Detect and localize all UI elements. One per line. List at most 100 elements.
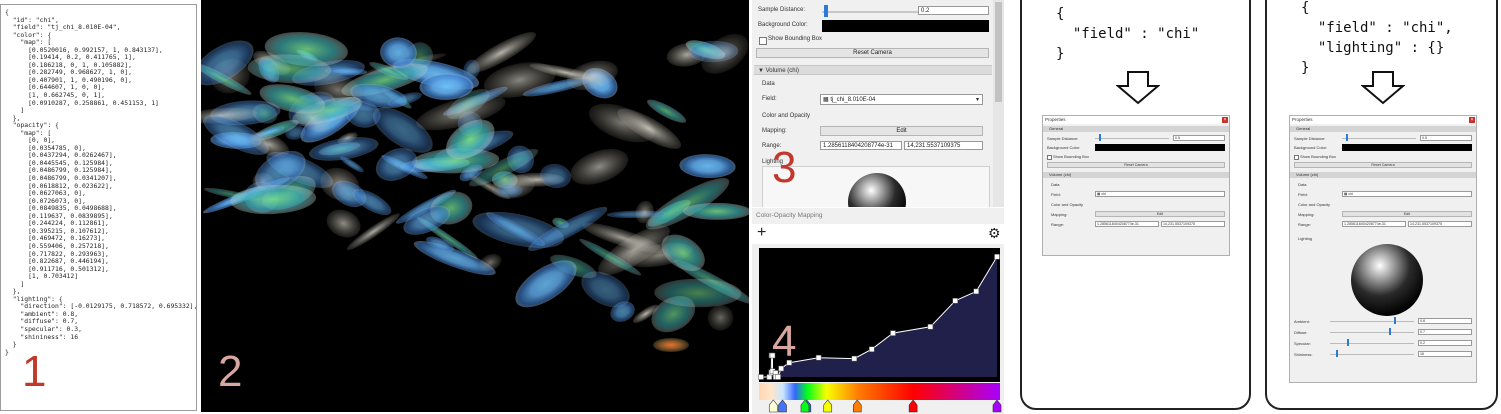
reset-camera-button[interactable]: Reset Camera xyxy=(1294,162,1472,168)
mini-properties-title: Properties xyxy=(1043,116,1229,124)
color-opacity-label: Color and Opacity xyxy=(1298,202,1331,207)
reset-camera-button[interactable]: Reset Camera xyxy=(1047,162,1225,168)
render-blob xyxy=(683,202,749,220)
background-color-swatch[interactable] xyxy=(1095,144,1225,151)
range-min-field[interactable]: 1.2856118404208774e-31 xyxy=(1095,221,1159,227)
show-bounding-box-label: Show Bounding Box xyxy=(768,36,823,42)
sample-distance-handle[interactable] xyxy=(1099,134,1101,141)
opacity-control-point[interactable] xyxy=(815,354,822,361)
lighting-label: Lighting xyxy=(1298,236,1313,241)
color-control-marker[interactable] xyxy=(768,399,778,413)
specular-handle[interactable] xyxy=(1347,339,1349,346)
colorbar xyxy=(759,383,1000,400)
lighting-sphere-preview[interactable] xyxy=(844,166,910,207)
lighting-sphere-preview[interactable] xyxy=(1350,240,1430,320)
opacity-control-point[interactable] xyxy=(927,324,934,330)
range-max-field[interactable]: 14,231.5537109375 xyxy=(904,141,983,150)
ambient-handle[interactable] xyxy=(1394,317,1396,324)
range-max-field[interactable]: 14,231.5537109375 xyxy=(1408,221,1472,227)
range-min-field[interactable]: 1.2856118404208774e-31 xyxy=(1342,221,1406,227)
field-select-value: tj_chi_8.010E-04 xyxy=(830,97,876,103)
background-color-swatch[interactable] xyxy=(1342,144,1472,151)
range-max-field[interactable]: 14,231.5537109375 xyxy=(1161,221,1225,227)
opacity-control-point[interactable] xyxy=(758,374,764,380)
background-color-label: Background Color: xyxy=(1294,145,1328,150)
show-bounding-box-checkbox[interactable] xyxy=(759,37,767,45)
opacity-control-point[interactable] xyxy=(994,254,1000,260)
opacity-control-point[interactable] xyxy=(778,365,784,372)
ambient-label: Ambient: xyxy=(1294,319,1310,324)
opacity-control-point[interactable] xyxy=(973,288,979,295)
data-group-label: Data xyxy=(762,81,775,87)
field-label: Field: xyxy=(1051,192,1061,197)
close-icon[interactable]: × xyxy=(1469,117,1475,123)
sample-distance-field[interactable]: 0.5 xyxy=(1420,135,1472,141)
render-blob xyxy=(570,149,629,185)
volume-section-header[interactable]: ▼ Volume (chi) xyxy=(754,65,992,75)
edit-button[interactable]: Edit xyxy=(1342,211,1472,217)
sample-distance-field[interactable]: 0.2 xyxy=(918,6,989,15)
mapping-label: Mapping: xyxy=(1298,212,1315,217)
field-select[interactable]: ▦ tj_chi_8.010E-04 ▾ xyxy=(820,94,983,105)
edit-mapping-button[interactable]: Edit xyxy=(820,126,983,136)
general-section[interactable]: General xyxy=(1290,126,1476,132)
down-arrow-icon xyxy=(1361,71,1405,105)
color-control-marker[interactable] xyxy=(992,399,1002,413)
opacity-control-point[interactable] xyxy=(869,346,875,352)
volume-section[interactable]: Volume (chi) xyxy=(1290,172,1476,178)
color-control-marker[interactable] xyxy=(823,399,833,413)
opacity-control-point[interactable] xyxy=(890,330,896,336)
shininess-field[interactable]: 16 xyxy=(1418,351,1472,357)
ambient-field[interactable]: 0.8 xyxy=(1418,318,1472,324)
show-bbox-checkbox[interactable] xyxy=(1294,155,1299,160)
volume-section[interactable]: Volume (chi) xyxy=(1043,172,1229,178)
sample-distance-label: Sample Distance: xyxy=(1294,136,1326,141)
mini-properties-b: Properties × General Sample Distance: 0.… xyxy=(1289,115,1477,383)
color-opacity-panel: Color-Opacity Mapping + ⚙ xyxy=(752,208,1004,414)
diffuse-label: Diffuse: xyxy=(1294,330,1308,335)
specular-field[interactable]: 0.2 xyxy=(1418,340,1472,346)
edit-button[interactable]: Edit xyxy=(1095,211,1225,217)
color-opacity-label: Color and Opacity xyxy=(1051,202,1084,207)
color-control-marker[interactable] xyxy=(778,399,787,413)
field-select[interactable]: ▦ chi xyxy=(1342,191,1472,197)
collapse-triangle-icon: ▼ xyxy=(758,68,766,74)
sample-distance-slider-handle[interactable] xyxy=(824,5,828,17)
sample-distance-slider-track[interactable] xyxy=(822,11,918,13)
add-point-icon[interactable]: + xyxy=(757,224,766,242)
shininess-handle[interactable] xyxy=(1336,350,1338,357)
properties-scrollbar-thumb[interactable] xyxy=(995,2,1002,102)
diffuse-field[interactable]: 0.7 xyxy=(1418,329,1472,335)
color-control-marker[interactable] xyxy=(852,399,862,413)
panel-label-1: 1 xyxy=(22,347,47,396)
color-opacity-title: Color-Opacity Mapping xyxy=(756,212,823,219)
down-arrow-icon xyxy=(1116,71,1160,105)
close-icon[interactable]: × xyxy=(1222,117,1228,123)
opacity-control-point[interactable] xyxy=(851,355,858,362)
range-min-field[interactable]: 1.2856118404208774e-31 xyxy=(820,141,902,150)
sample-distance-label: Sample Distance: xyxy=(1047,136,1079,141)
panel-label-4: 4 xyxy=(772,317,797,366)
color-control-marker[interactable] xyxy=(908,399,918,413)
mapping-label: Mapping: xyxy=(762,128,787,134)
field-label: Field: xyxy=(762,96,777,102)
volume-render-view[interactable] xyxy=(201,0,749,412)
reset-camera-button[interactable]: Reset Camera xyxy=(756,48,989,58)
settings-gear-icon[interactable]: ⚙ xyxy=(988,225,1001,241)
field-select[interactable]: ▦ chi xyxy=(1095,191,1225,197)
diffuse-handle[interactable] xyxy=(1389,328,1391,335)
shininess-label: Shininess: xyxy=(1294,352,1313,357)
mini-properties-title: Properties xyxy=(1290,116,1476,124)
sample-distance-field[interactable]: 0.5 xyxy=(1173,135,1225,141)
mini-properties-a: Properties × General Sample Distance: 0.… xyxy=(1042,115,1230,256)
background-color-label: Background Color: xyxy=(758,22,808,28)
panel-label-2: 2 xyxy=(218,347,243,396)
background-color-swatch[interactable] xyxy=(822,20,989,32)
json-config-text: { "id": "chi", "field": "tj_chi_8.010E-0… xyxy=(5,8,198,356)
show-bbox-checkbox[interactable] xyxy=(1047,155,1052,160)
data-label: Data xyxy=(1051,182,1060,187)
general-section[interactable]: General xyxy=(1043,126,1229,132)
opacity-control-point[interactable] xyxy=(952,298,958,304)
opacity-control-point[interactable] xyxy=(775,374,781,380)
sample-distance-handle[interactable] xyxy=(1346,134,1348,141)
